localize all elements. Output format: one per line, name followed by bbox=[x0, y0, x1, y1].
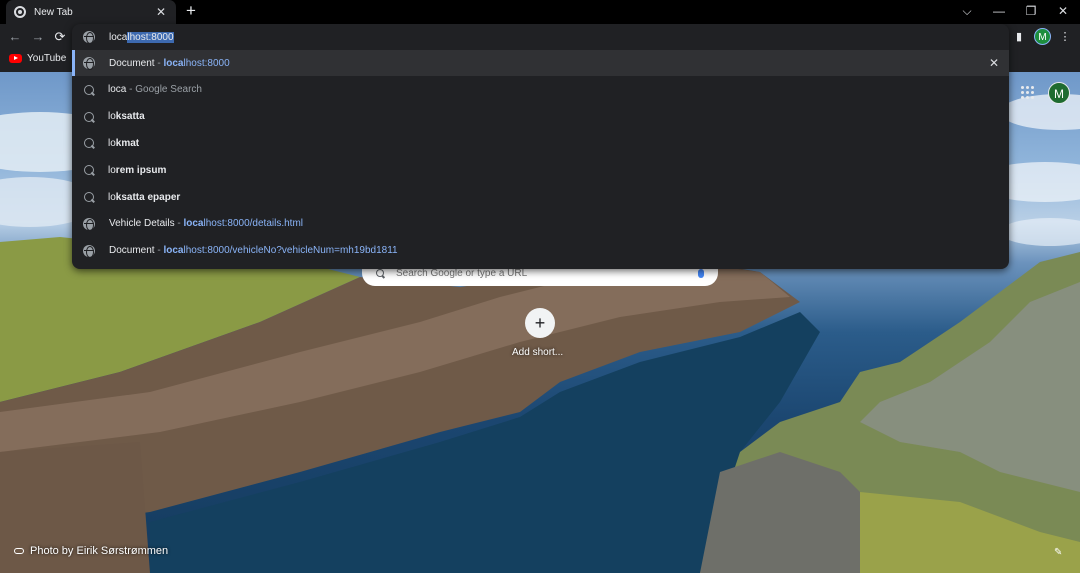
search-icon bbox=[84, 84, 94, 95]
omnibox-suggestion[interactable]: lorem ipsum bbox=[72, 157, 1009, 183]
tab-new-tab[interactable]: New Tab ✕ bbox=[6, 0, 176, 24]
profile-avatar[interactable]: M bbox=[1034, 28, 1051, 45]
remove-suggestion-icon[interactable]: ✕ bbox=[989, 56, 999, 70]
forward-button[interactable]: → bbox=[28, 27, 48, 47]
add-shortcut-label: Add short... bbox=[512, 347, 564, 358]
suggestion-text: loksatta bbox=[108, 111, 145, 123]
menu-icon[interactable]: ⋮ bbox=[1056, 28, 1074, 46]
omnibox-suggestion[interactable]: lokmat bbox=[72, 130, 1009, 156]
search-icon bbox=[84, 138, 94, 149]
omnibox-suggestion[interactable]: loca - Google Search bbox=[72, 77, 1009, 103]
autocomplete-selection: lhost:8000 bbox=[127, 31, 174, 43]
omnibox-suggestion[interactable]: loksatta epaper bbox=[72, 184, 1009, 210]
bookmark-label: YouTube bbox=[27, 53, 67, 64]
suggestion-text: loksatta epaper bbox=[108, 191, 181, 203]
search-icon bbox=[84, 111, 94, 122]
chrome-icon bbox=[14, 6, 26, 18]
minimize-button[interactable]: — bbox=[983, 0, 1015, 24]
suggestion-text: Document - localhost:8000 bbox=[109, 57, 230, 69]
omnibox-suggestion[interactable]: Document - localhost:8000/vehicleNo?vehi… bbox=[72, 238, 1009, 264]
globe-icon bbox=[83, 244, 95, 258]
close-window-button[interactable]: ✕ bbox=[1047, 0, 1079, 24]
search-icon bbox=[376, 269, 384, 277]
link-icon bbox=[14, 548, 24, 554]
tab-title: New Tab bbox=[34, 6, 73, 18]
address-input[interactable]: localhost:8000 bbox=[109, 31, 174, 43]
omnibox-suggestion[interactable]: Vehicle Details - localhost:8000/details… bbox=[72, 211, 1009, 237]
reload-button[interactable]: ⟳ bbox=[50, 27, 70, 47]
close-tab-icon[interactable]: ✕ bbox=[154, 5, 168, 19]
tab-search-icon[interactable]: ⌵ bbox=[951, 0, 983, 24]
typed-text: loca bbox=[109, 31, 128, 43]
omnibox-suggestion[interactable]: Document - localhost:8000 ✕ bbox=[72, 50, 1009, 76]
tab-strip: New Tab ✕ + ⌵ — ❐ ✕ bbox=[0, 0, 1080, 24]
customize-pencil-icon[interactable]: ✎ bbox=[1054, 547, 1062, 558]
suggestion-text: Vehicle Details - localhost:8000/details… bbox=[109, 218, 304, 230]
omnibox-dropdown: localhost:8000 Document - localhost:8000… bbox=[72, 24, 1009, 269]
add-shortcut-button[interactable]: + bbox=[525, 308, 555, 338]
suggestion-text: lokmat bbox=[108, 137, 140, 149]
globe-icon bbox=[83, 217, 95, 231]
search-icon bbox=[84, 192, 94, 202]
account-avatar[interactable]: M bbox=[1048, 82, 1070, 104]
bookmark-youtube[interactable]: YouTube bbox=[9, 53, 66, 64]
search-icon bbox=[84, 165, 94, 176]
back-button[interactable]: ← bbox=[5, 27, 25, 47]
google-apps-icon[interactable] bbox=[1021, 86, 1035, 100]
photo-credit[interactable]: Photo by Eirik Sørstrømmen bbox=[14, 545, 168, 557]
globe-icon bbox=[83, 31, 95, 44]
new-tab-button[interactable]: + bbox=[182, 2, 200, 20]
suggestion-text: lorem ipsum bbox=[108, 164, 167, 176]
side-panel-icon[interactable]: ▮ bbox=[1010, 28, 1028, 46]
address-bar[interactable]: localhost:8000 bbox=[72, 24, 1009, 50]
microphone-icon[interactable] bbox=[698, 268, 704, 278]
suggestion-text: loca - Google Search bbox=[108, 84, 202, 96]
suggestion-text: Document - localhost:8000/vehicleNo?vehi… bbox=[109, 245, 398, 257]
youtube-icon bbox=[9, 54, 22, 63]
search-placeholder: Search Google or type a URL bbox=[396, 267, 528, 279]
restore-button[interactable]: ❐ bbox=[1015, 0, 1047, 24]
photo-credit-text: Photo by Eirik Sørstrømmen bbox=[30, 545, 169, 557]
omnibox-suggestion[interactable]: loksatta bbox=[72, 104, 1009, 130]
globe-icon bbox=[83, 57, 95, 70]
